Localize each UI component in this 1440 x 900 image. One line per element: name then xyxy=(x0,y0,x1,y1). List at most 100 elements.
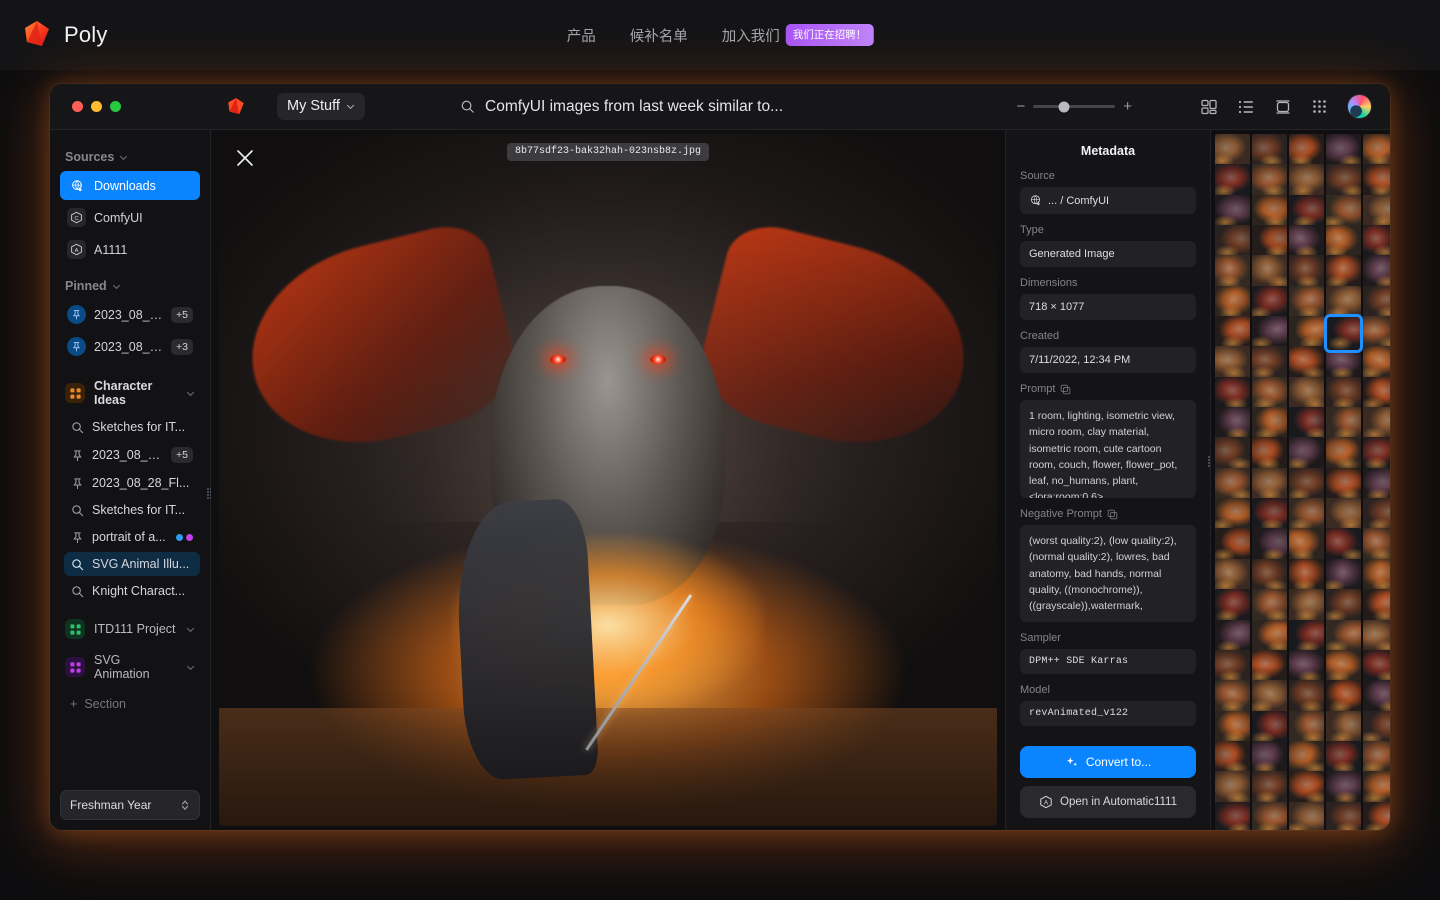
sidebar-item-2023-08-28-fl[interactable]: 2023_08_28_Fl... xyxy=(64,471,200,495)
source-value: ... / ComfyUI xyxy=(1048,194,1110,207)
zoom-slider-knob[interactable] xyxy=(1058,101,1070,112)
brand-name: Poly xyxy=(64,22,108,47)
open-in-automatic1111-button[interactable]: A Open in Automatic1111 xyxy=(1020,786,1196,818)
count-badge: +5 xyxy=(171,447,193,463)
app-window: My Stuff ComfyUI images from last week s… xyxy=(50,84,1390,830)
sidebar-section-character-ideas[interactable]: Character Ideas xyxy=(60,373,200,413)
thumbnail[interactable] xyxy=(1215,801,1250,830)
sidebar-scroll: Sources Downloads C ComfyUI A A1111 Pinn… xyxy=(50,130,210,780)
titlebar-icons xyxy=(1200,94,1372,119)
metadata-resize-handle[interactable] xyxy=(1208,450,1210,472)
grid-view-icon[interactable] xyxy=(1200,98,1218,116)
zoom-in-button[interactable]: + xyxy=(1123,98,1132,115)
thumbnail[interactable] xyxy=(1215,589,1250,625)
avatar[interactable] xyxy=(1347,94,1372,119)
sidebar-item-label: 2023_08_28_... xyxy=(94,307,164,322)
copy-icon[interactable] xyxy=(1107,509,1118,520)
type-label: Type xyxy=(1020,224,1044,236)
sparkles-icon xyxy=(1066,757,1077,767)
add-section-button[interactable]: + Section xyxy=(60,689,200,719)
sidebar-item-label: Sketches for IT... xyxy=(92,503,186,517)
thumbnail[interactable] xyxy=(1289,801,1324,830)
model-label: Model xyxy=(1020,684,1050,697)
sidebar-item-sketches-2[interactable]: Sketches for IT... xyxy=(64,498,200,522)
prompt-field[interactable]: 1 room, lighting, isometric view, micro … xyxy=(1020,400,1196,498)
close-window-button[interactable] xyxy=(72,101,83,112)
sidebar: Sources Downloads C ComfyUI A A1111 Pinn… xyxy=(50,130,212,830)
thumbnail-selected[interactable] xyxy=(1324,314,1363,354)
sidebar-item-label: Sketches for IT... xyxy=(92,420,186,434)
sidebar-item-a1111[interactable]: A A1111 xyxy=(60,235,200,264)
workspace-selector[interactable]: My Stuff xyxy=(277,93,365,120)
sidebar-item-downloads[interactable]: Downloads xyxy=(60,171,200,200)
thumbnail[interactable] xyxy=(1363,801,1390,830)
hero-ground xyxy=(219,708,997,826)
thumbnail[interactable] xyxy=(1215,680,1250,716)
sidebar-item-comfyui[interactable]: C ComfyUI xyxy=(60,203,200,232)
zoom-out-button[interactable]: − xyxy=(1016,98,1025,115)
window-traffic-lights[interactable] xyxy=(72,101,121,112)
sidebar-item-label: portrait of a... xyxy=(92,530,166,544)
sidebar-sources-header[interactable]: Sources xyxy=(60,146,200,171)
thumbnail[interactable] xyxy=(1252,589,1287,625)
thumbnail[interactable] xyxy=(1363,680,1390,716)
sidebar-item-label: 2023_08_29-... xyxy=(94,339,164,354)
hero-image[interactable]: 8b77sdf23-bak32hah-023nsb8z.jpg xyxy=(219,134,997,826)
thumbnail[interactable] xyxy=(1252,801,1287,830)
sidebar-pinned-item-0[interactable]: 2023_08_28_... +5 xyxy=(60,300,200,329)
globe-download-icon xyxy=(1031,195,1040,206)
convert-to-label: Convert to... xyxy=(1085,755,1152,769)
open-in-automatic1111-label: Open in Automatic1111 xyxy=(1060,796,1177,808)
search-icon xyxy=(72,421,84,433)
copy-icon[interactable] xyxy=(1060,384,1071,395)
sidebar-project-svg-animation[interactable]: SVG Animation xyxy=(60,647,200,687)
nav-link-waitlist[interactable]: 候补名单 xyxy=(630,25,688,46)
sidebar-item-svg-animal-illustration[interactable]: SVG Animal Illu... xyxy=(64,552,200,576)
pin-icon xyxy=(67,305,86,324)
model-field: revAnimated_v122 xyxy=(1020,701,1196,727)
search-input[interactable]: ComfyUI images from last week similar to… xyxy=(485,98,783,116)
sidebar-item-2023-08-2[interactable]: 2023_08_2... +5 xyxy=(64,442,200,468)
sidebar-item-label: SVG Animal Illu... xyxy=(92,557,190,571)
convert-to-button[interactable]: Convert to... xyxy=(1020,746,1196,778)
apps-grid-icon[interactable] xyxy=(1311,98,1328,115)
thumbnail-rail[interactable] xyxy=(1210,130,1390,830)
add-section-label: Section xyxy=(84,697,127,711)
chevron-down-icon xyxy=(112,284,120,289)
window-titlebar: My Stuff ComfyUI images from last week s… xyxy=(50,84,1390,130)
close-icon[interactable] xyxy=(233,146,257,170)
sidebar-item-portrait-of-a[interactable]: portrait of a... xyxy=(64,525,200,549)
plus-icon: + xyxy=(70,697,78,711)
nav-link-products[interactable]: 产品 xyxy=(567,25,596,46)
zoom-control[interactable]: − + xyxy=(1016,98,1132,115)
thumbnail[interactable] xyxy=(1289,680,1324,716)
brand[interactable]: Poly xyxy=(20,18,108,52)
sidebar-project-itd111[interactable]: ITD111 Project xyxy=(60,613,200,645)
nav-link-join-us[interactable]: 加入我们 xyxy=(722,25,780,46)
year-select[interactable]: Freshman Year xyxy=(60,790,200,820)
sidebar-item-knight-character[interactable]: Knight Charact... xyxy=(64,579,200,603)
site-nav: Poly 产品 候补名单 加入我们 我们正在招聘！ xyxy=(0,0,1440,70)
thumbnail[interactable] xyxy=(1289,589,1324,625)
negative-prompt-field[interactable]: (worst quality:2), (low quality:2), (nor… xyxy=(1020,525,1196,623)
chevron-down-icon xyxy=(120,155,128,160)
thumbnail[interactable] xyxy=(1252,680,1287,716)
list-view-icon[interactable] xyxy=(1237,98,1255,116)
source-field[interactable]: ... / ComfyUI xyxy=(1020,187,1196,214)
maximize-window-button[interactable] xyxy=(110,101,121,112)
search-icon xyxy=(72,504,84,516)
split-view-icon[interactable] xyxy=(1274,98,1292,116)
minimize-window-button[interactable] xyxy=(91,101,102,112)
search-bar[interactable]: ComfyUI images from last week similar to… xyxy=(460,98,980,116)
thumbnail[interactable] xyxy=(1326,589,1361,625)
thumbnail[interactable] xyxy=(1326,801,1361,830)
sidebar-item-label: 2023_08_28_Fl... xyxy=(92,476,190,490)
sidebar-pinned-header[interactable]: Pinned xyxy=(60,275,200,300)
hex-a-icon: A xyxy=(1040,795,1052,809)
prompt-label: Prompt xyxy=(1020,383,1056,395)
zoom-slider[interactable] xyxy=(1033,101,1116,112)
sidebar-item-sketches-1[interactable]: Sketches for IT... xyxy=(64,415,200,439)
sidebar-pinned-item-1[interactable]: 2023_08_29-... +3 xyxy=(60,332,200,361)
thumbnail[interactable] xyxy=(1326,680,1361,716)
thumbnail[interactable] xyxy=(1363,589,1390,625)
